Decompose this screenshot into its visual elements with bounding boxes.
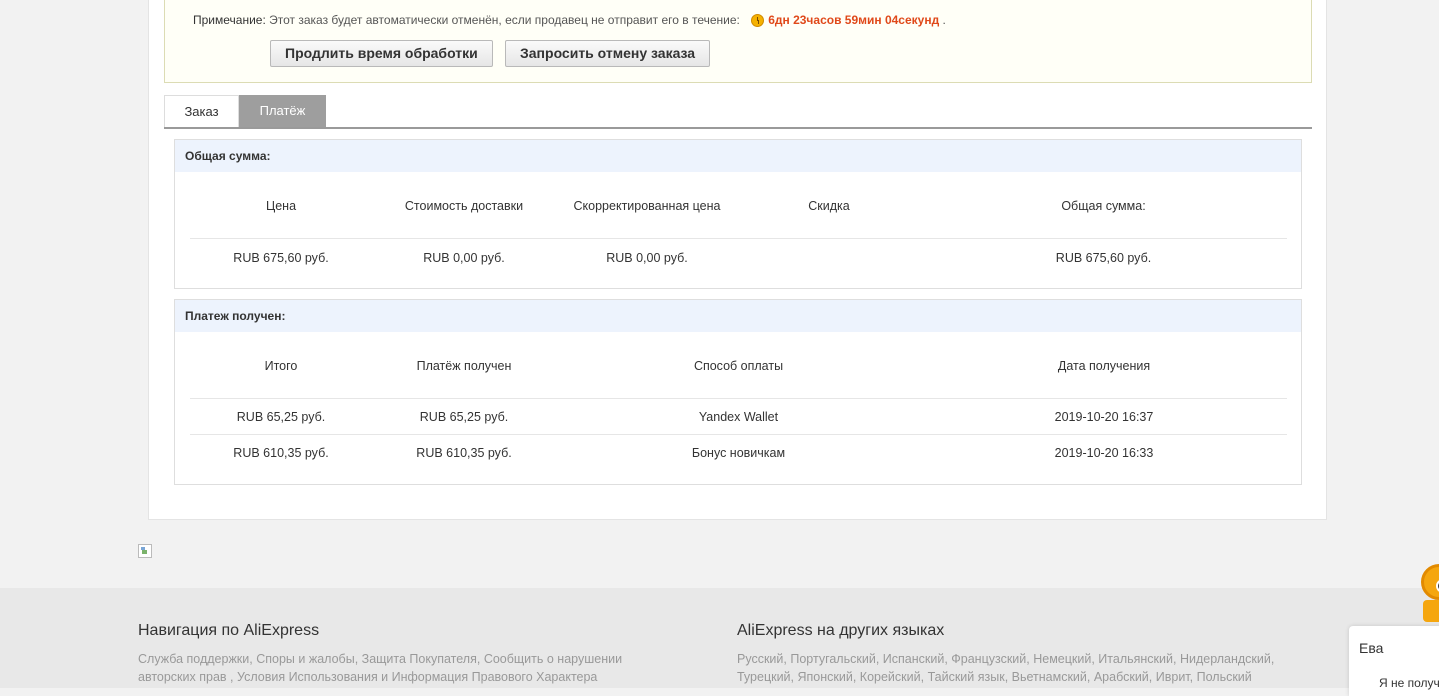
- language-link[interactable]: Испанский: [883, 652, 945, 666]
- payment-received-value: RUB 610,35 руб.: [416, 445, 512, 460]
- notice-suffix: .: [942, 13, 946, 27]
- payment-received-section: Платеж получен: Итого Платёж получен Спо…: [174, 299, 1302, 485]
- column-header: Платёж получен: [416, 358, 512, 373]
- language-link[interactable]: Иврит: [1156, 670, 1190, 684]
- notice-box: Примечание: Этот заказ будет автоматичес…: [164, 0, 1312, 83]
- notice-label: Примечание:: [193, 13, 266, 27]
- tab-order[interactable]: Заказ: [164, 95, 239, 127]
- language-link[interactable]: Тайский язык: [928, 670, 1005, 684]
- language-link[interactable]: Португальский: [790, 652, 875, 666]
- notice-text: Этот заказ будет автоматически отменён, …: [269, 13, 740, 27]
- auto-cancel-notice: Примечание: Этот заказ будет автоматичес…: [193, 13, 946, 27]
- language-link[interactable]: Немецкий: [1033, 652, 1091, 666]
- total-amount-section: Общая сумма: Цена Стоимость доставки Ско…: [174, 139, 1302, 289]
- site-footer: Навигация по AliExpress Служба поддержки…: [0, 588, 1439, 688]
- section-title: Общая сумма:: [175, 140, 1301, 172]
- language-link[interactable]: Русский: [737, 652, 783, 666]
- column-header: Цена: [265, 198, 297, 213]
- received-date-value: 2019-10-20 16:33: [1054, 445, 1154, 460]
- column-header: Дата получения: [1057, 358, 1151, 373]
- language-link[interactable]: Итальянский: [1098, 652, 1173, 666]
- language-link[interactable]: Японский: [798, 670, 853, 684]
- discount-value: [738, 239, 920, 276]
- shipping-cost-value: RUB 0,00 руб.: [423, 250, 505, 265]
- footer-nav-links: Служба поддержки, Споры и жалобы, Защита…: [138, 652, 623, 684]
- language-link[interactable]: Польский: [1197, 670, 1252, 684]
- price-value: RUB 675,60 руб.: [233, 250, 329, 265]
- footer-link[interactable]: Служба поддержки: [138, 652, 249, 666]
- language-link[interactable]: Корейский: [860, 670, 921, 684]
- footer-navigation: Навигация по AliExpress Служба поддержки…: [138, 622, 678, 686]
- payment-method-value: Бонус новичкам: [691, 445, 786, 460]
- order-tabs: Заказ Платёж: [164, 95, 1312, 129]
- language-link[interactable]: Французский: [951, 652, 1026, 666]
- footer-nav-title: Навигация по AliExpress: [138, 622, 320, 639]
- footer-link[interactable]: Защита Покупателя: [362, 652, 477, 666]
- table-header-row: Цена Стоимость доставки Скорректированна…: [190, 173, 1287, 238]
- payment-table: Итого Платёж получен Способ оплаты Дата …: [190, 333, 1287, 470]
- footer-languages: AliExpress на других языках Русский, Пор…: [737, 622, 1307, 686]
- payment-method-value: Yandex Wallet: [698, 409, 779, 424]
- footer-lang-title: AliExpress на других языках: [737, 622, 945, 639]
- request-order-cancellation-button[interactable]: Запросить отмену заказа: [505, 40, 711, 67]
- column-header: Скидка: [808, 198, 850, 213]
- table-row: RUB 675,60 руб. RUB 0,00 руб. RUB 0,00 р…: [190, 238, 1287, 276]
- footer-link[interactable]: Условия Использования и Информация Право…: [237, 670, 597, 684]
- payment-received-value: RUB 65,25 руб.: [419, 409, 509, 424]
- extend-processing-time-button[interactable]: Продлить время обработки: [270, 40, 493, 67]
- column-header: Скорректированная цена: [573, 198, 721, 213]
- chat-agent-name: Ева: [1359, 640, 1384, 656]
- tab-payment[interactable]: Платёж: [239, 95, 326, 127]
- adjusted-price-value: RUB 0,00 руб.: [606, 250, 688, 265]
- language-link[interactable]: Вьетнамский: [1012, 670, 1087, 684]
- footer-link[interactable]: Споры и жалобы: [256, 652, 354, 666]
- assistant-mascot-icon[interactable]: [1417, 560, 1439, 630]
- column-header: Итого: [264, 358, 298, 373]
- chat-widget[interactable]: Ева Я не получ: [1349, 626, 1439, 696]
- table-header-row: Итого Платёж получен Способ оплаты Дата …: [190, 333, 1287, 398]
- table-row: RUB 610,35 руб. RUB 610,35 руб. Бонус но…: [190, 434, 1287, 470]
- subtotal-value: RUB 65,25 руб.: [236, 409, 326, 424]
- footer-language-links: Русский, Португальский, Испанский, Франц…: [737, 652, 1275, 684]
- section-title: Платеж получен:: [175, 300, 1301, 332]
- column-header: Общая сумма:: [1061, 198, 1146, 213]
- timer-icon: [751, 14, 765, 27]
- subtotal-value: RUB 610,35 руб.: [233, 445, 329, 460]
- countdown-timer: 6дн 23часов 59мин 04секунд: [768, 13, 940, 27]
- language-link[interactable]: Турецкий: [737, 670, 791, 684]
- column-header: Стоимость доставки: [404, 198, 524, 213]
- language-link[interactable]: Нидерландский: [1180, 652, 1271, 666]
- table-row: RUB 65,25 руб. RUB 65,25 руб. Yandex Wal…: [190, 398, 1287, 434]
- broken-image-icon: [138, 544, 152, 558]
- column-header: Способ оплаты: [693, 358, 784, 373]
- received-date-value: 2019-10-20 16:37: [1054, 409, 1154, 424]
- total-value: RUB 675,60 руб.: [1055, 250, 1152, 265]
- total-table: Цена Стоимость доставки Скорректированна…: [190, 173, 1287, 276]
- language-link[interactable]: Арабский: [1094, 670, 1149, 684]
